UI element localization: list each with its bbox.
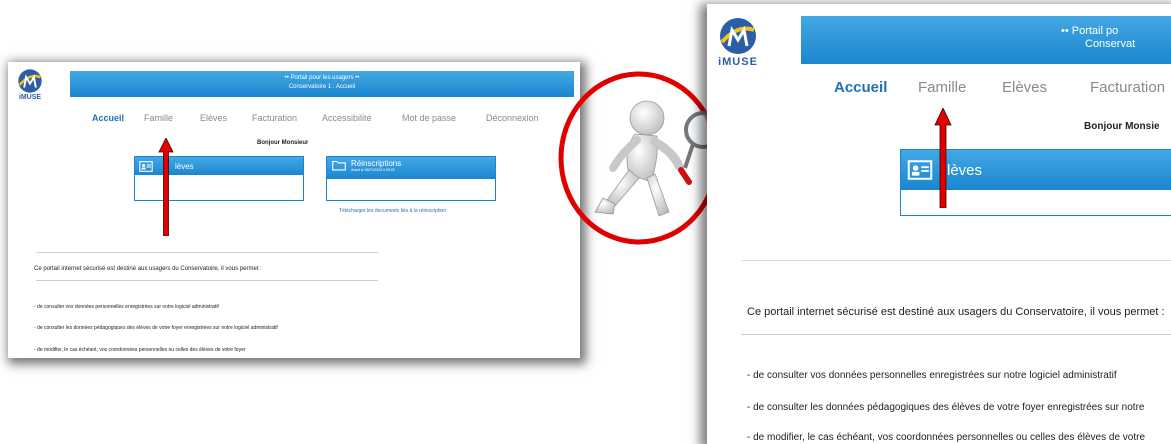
bullet-item: - de consulter les données pédagogiques … xyxy=(747,402,1145,413)
imuse-logo[interactable]: iMUSE xyxy=(10,68,50,101)
card-reinscriptions[interactable]: Réinscriptions Avant le 18/07/2023 à 00:… xyxy=(326,156,496,201)
banner-title: •• Portail pour les usagers •• xyxy=(284,75,360,81)
docs-link[interactable]: Télécharger les documents liés à la réin… xyxy=(339,208,446,214)
imuse-logo-icon xyxy=(720,18,756,54)
nav-famille[interactable]: Famille xyxy=(918,79,1002,96)
nav-accueil[interactable]: Accueil xyxy=(92,113,144,123)
red-arrow-icon xyxy=(158,138,174,236)
divider xyxy=(741,260,1171,261)
nav-facturation[interactable]: Facturation xyxy=(252,113,322,123)
divider xyxy=(36,252,378,253)
portal-banner: •• Portail po Conservat xyxy=(801,16,1171,64)
magnifier-figure-icon xyxy=(558,71,722,245)
red-arrow-icon xyxy=(934,108,952,208)
main-nav: Accueil Famille Elèves Facturation Acces… xyxy=(92,113,556,123)
banner-title: •• Portail po xyxy=(1061,25,1119,37)
imuse-logo[interactable]: iMUSE xyxy=(709,16,767,68)
nav-eleves[interactable]: Elèves xyxy=(200,113,252,123)
logo-text: iMUSE xyxy=(18,94,42,101)
logo-text: iMUSE xyxy=(718,56,758,68)
divider xyxy=(741,334,1171,335)
banner-subtitle: Conservatoire 1 : Accueil xyxy=(288,84,356,90)
screenshot-full-view: iMUSE •• Portail pour les usagers •• Con… xyxy=(8,62,580,358)
portal-banner: •• Portail pour les usagers •• Conservat… xyxy=(70,71,574,97)
screenshot-zoomed-view: iMUSE •• Portail po Conservat Accueil Fa… xyxy=(707,4,1171,444)
nav-accueil[interactable]: Accueil xyxy=(834,79,918,96)
card-eleves-label: lèves xyxy=(947,161,983,179)
imuse-logo-icon xyxy=(18,69,42,93)
id-card-icon xyxy=(139,160,153,172)
card-reinscriptions-label: Réinscriptions xyxy=(351,159,402,168)
nav-accessibilite[interactable]: Accessibilité xyxy=(322,113,402,123)
greeting: Bonjour Monsie xyxy=(1084,121,1160,132)
main-nav: Accueil Famille Elèves Facturation xyxy=(834,79,1171,96)
banner-subtitle: Conservat xyxy=(1085,38,1136,50)
intro-text: Ce portail internet sécurisé est destiné… xyxy=(747,306,1165,318)
nav-famille[interactable]: Famille xyxy=(144,113,200,123)
bullet-item: - de modifier, le cas échéant, vos coord… xyxy=(747,432,1146,443)
nav-deconnexion[interactable]: Déconnexion xyxy=(486,113,556,123)
intro-text: Ce portail internet sécurisé est destiné… xyxy=(34,266,262,272)
nav-eleves[interactable]: Elèves xyxy=(1002,79,1090,96)
bullet-item: - de consulter les données pédagogiques … xyxy=(34,325,278,331)
card-reinscriptions-deadline: Avant le 18/07/2023 à 00:00 xyxy=(351,168,395,172)
divider xyxy=(36,280,378,281)
nav-facturation[interactable]: Facturation xyxy=(1090,79,1171,96)
id-card-icon xyxy=(907,160,933,180)
card-eleves-label: lèves xyxy=(175,161,194,171)
bullet-item: - de consulter vos données personnelles … xyxy=(747,370,1117,381)
bullet-item: - de modifier, le cas échéant, vos coord… xyxy=(34,347,246,353)
nav-mot-de-passe[interactable]: Mot de passe xyxy=(402,113,486,123)
greeting: Bonjour Monsieur xyxy=(257,140,309,146)
folder-icon xyxy=(332,160,346,171)
bullet-item: - de consulter vos données personnelles … xyxy=(34,304,219,310)
